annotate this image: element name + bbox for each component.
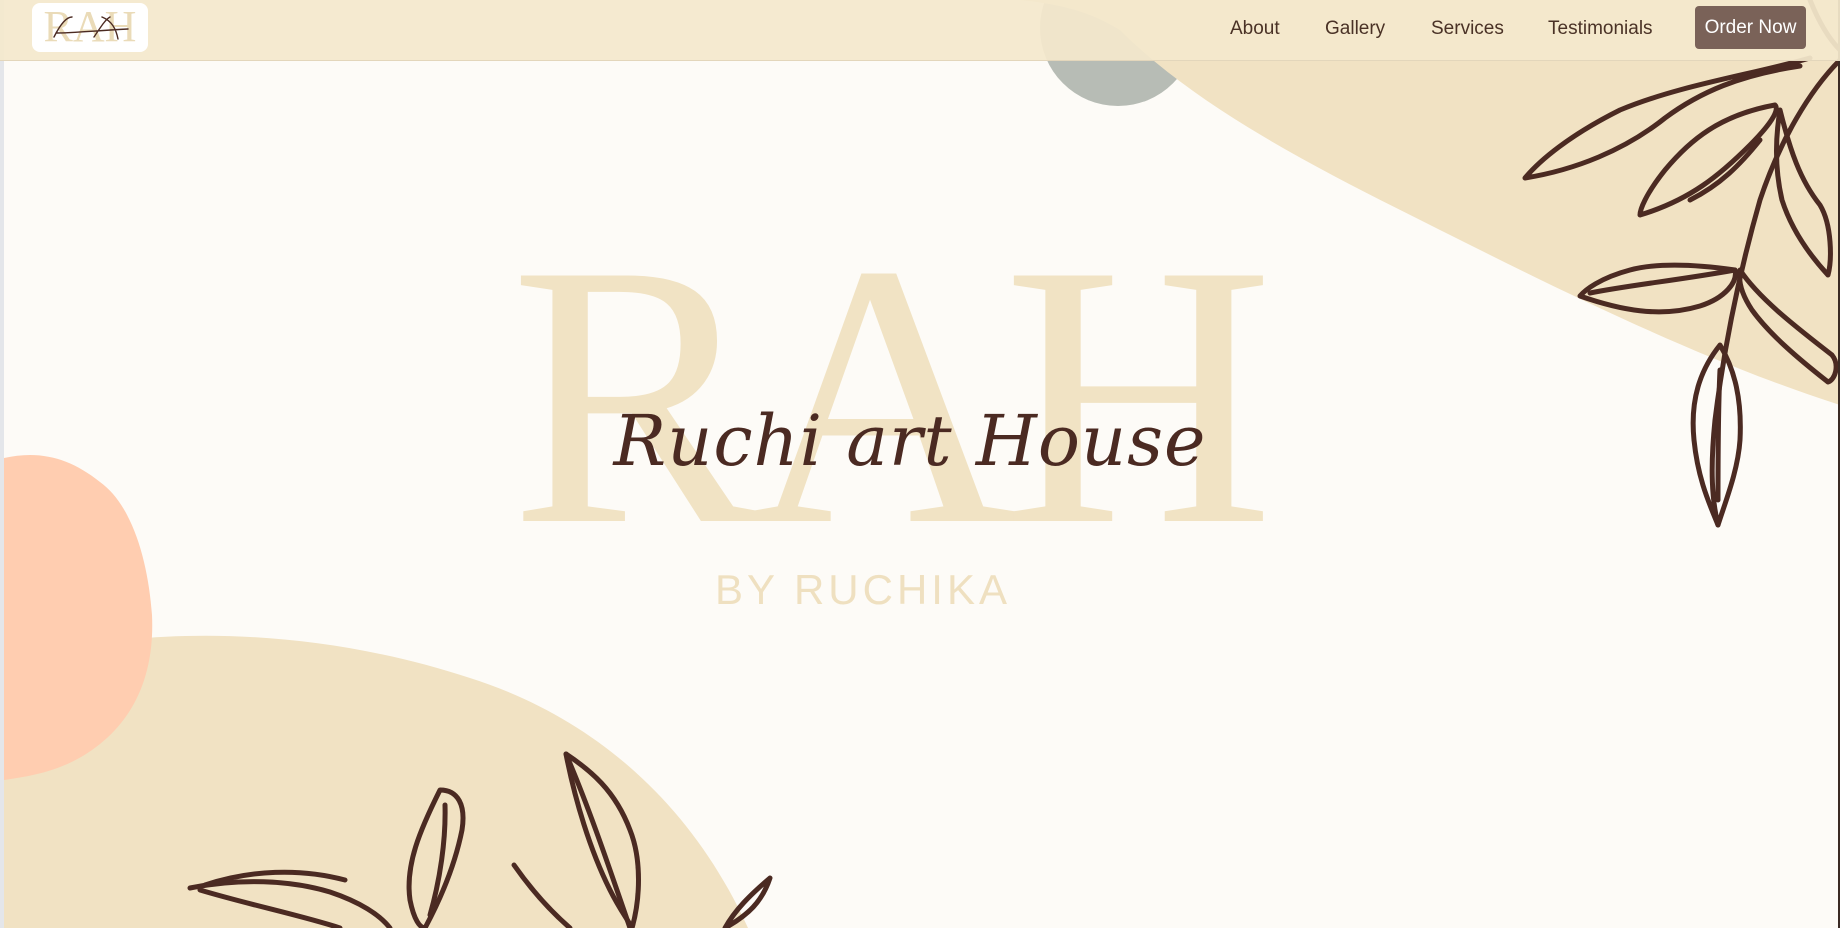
nav-link-services[interactable]: Services xyxy=(1431,18,1504,40)
order-now-button[interactable]: Order Now xyxy=(1695,6,1806,49)
top-nav-bar: RAH About Gallery Services Testimonials … xyxy=(0,0,1840,61)
page-left-edge xyxy=(0,0,4,928)
nav-link-gallery[interactable]: Gallery xyxy=(1325,18,1385,40)
nav-link-testimonials[interactable]: Testimonials xyxy=(1548,18,1653,40)
hero-byline: BY RUCHIKA xyxy=(715,566,1011,613)
hero-title: Ruchi art House xyxy=(613,400,1207,482)
svg-text:RAH: RAH xyxy=(44,3,137,51)
brand-logo[interactable]: RAH xyxy=(32,3,148,52)
nav-link-about[interactable]: About xyxy=(1230,18,1280,40)
logo-icon: RAH xyxy=(44,3,137,51)
